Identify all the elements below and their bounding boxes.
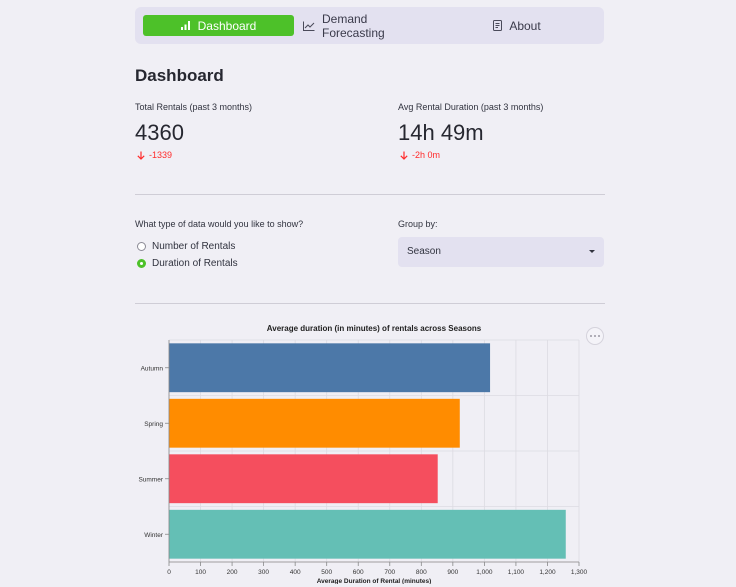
group-by-label: Group by:: [398, 219, 438, 229]
x-tick-label: 600: [353, 569, 364, 576]
radio-button[interactable]: [137, 242, 146, 251]
radio-number-of-rentals[interactable]: Number of Rentals: [137, 241, 235, 252]
nav-item-dashboard[interactable]: Dashboard: [143, 15, 294, 36]
x-tick-label: 800: [416, 569, 427, 576]
nav-item-label: About: [509, 18, 541, 33]
radio-duration-of-rentals[interactable]: Duration of Rentals: [137, 258, 238, 269]
bar-chart-icon: [180, 21, 191, 30]
metric-label-total-rentals: Total Rentals (past 3 months): [135, 102, 253, 112]
x-tick-label: 0: [167, 569, 171, 576]
metric-delta-value: -2h 0m: [412, 150, 441, 160]
y-tick-label: Autumn: [141, 365, 164, 372]
y-tick-label: Summer: [138, 476, 163, 483]
nav-item-label: Dashboard: [197, 18, 257, 33]
group-by-select[interactable]: Season: [398, 237, 604, 267]
bar-summer: [169, 454, 438, 504]
bar-autumn: [169, 343, 491, 393]
group-by-value: Season: [407, 246, 441, 257]
x-tick-label: 1,200: [539, 569, 556, 576]
dot: [594, 335, 596, 337]
x-tick-label: 200: [227, 569, 238, 576]
x-tick-label: 700: [384, 569, 395, 576]
nav-item-about[interactable]: About: [487, 15, 547, 36]
metric-value-avg-duration: 14h 49m: [398, 120, 484, 145]
bar-winter: [169, 509, 566, 559]
x-tick-label: 1,100: [508, 569, 525, 576]
radio-label: Number of Rentals: [152, 241, 236, 252]
x-tick-label: 1,000: [476, 569, 493, 576]
dot: [597, 335, 600, 337]
bar-chart: Average duration (in minutes) of rentals…: [138, 324, 588, 584]
metric-value-total-rentals: 4360: [135, 120, 184, 145]
page-title: Dashboard: [135, 66, 224, 85]
metric-delta-avg-duration: -2h 0m: [400, 150, 440, 160]
metric-delta-value: -1339: [149, 150, 173, 160]
x-tick-label: 500: [321, 569, 332, 576]
document-icon: [493, 20, 503, 31]
y-tick-label: Winter: [144, 532, 164, 539]
arrow-down-icon: [400, 151, 408, 160]
metric-delta-total-rentals: -1339: [137, 150, 172, 160]
navigation-bar: Dashboard Demand Forecasting About: [135, 7, 604, 44]
line-chart-icon: [303, 21, 315, 31]
x-tick-label: 1,300: [571, 569, 588, 576]
x-tick-label: 100: [195, 569, 206, 576]
bar-spring: [169, 398, 460, 448]
divider: [135, 194, 605, 195]
caret-down-icon: [589, 250, 595, 253]
nav-item-label: Demand Forecasting: [322, 11, 385, 40]
nav-item-demand-forecasting[interactable]: Demand Forecasting: [303, 12, 433, 40]
radio-button[interactable]: [137, 259, 146, 268]
x-tick-label: 300: [258, 569, 269, 576]
x-tick-label: 400: [290, 569, 301, 576]
divider: [135, 303, 605, 304]
x-tick-label: 900: [447, 569, 458, 576]
chart-title: Average duration (in minutes) of rentals…: [267, 324, 482, 333]
data-type-question: What type of data would you like to show…: [135, 219, 304, 229]
metric-label-avg-duration: Avg Rental Duration (past 3 months): [398, 102, 544, 112]
arrow-down-icon: [137, 151, 145, 160]
radio-label: Duration of Rentals: [152, 258, 238, 269]
y-tick-label: Spring: [144, 421, 163, 428]
dot: [590, 335, 593, 337]
x-axis-label: Average Duration of Rental (minutes): [317, 578, 432, 584]
